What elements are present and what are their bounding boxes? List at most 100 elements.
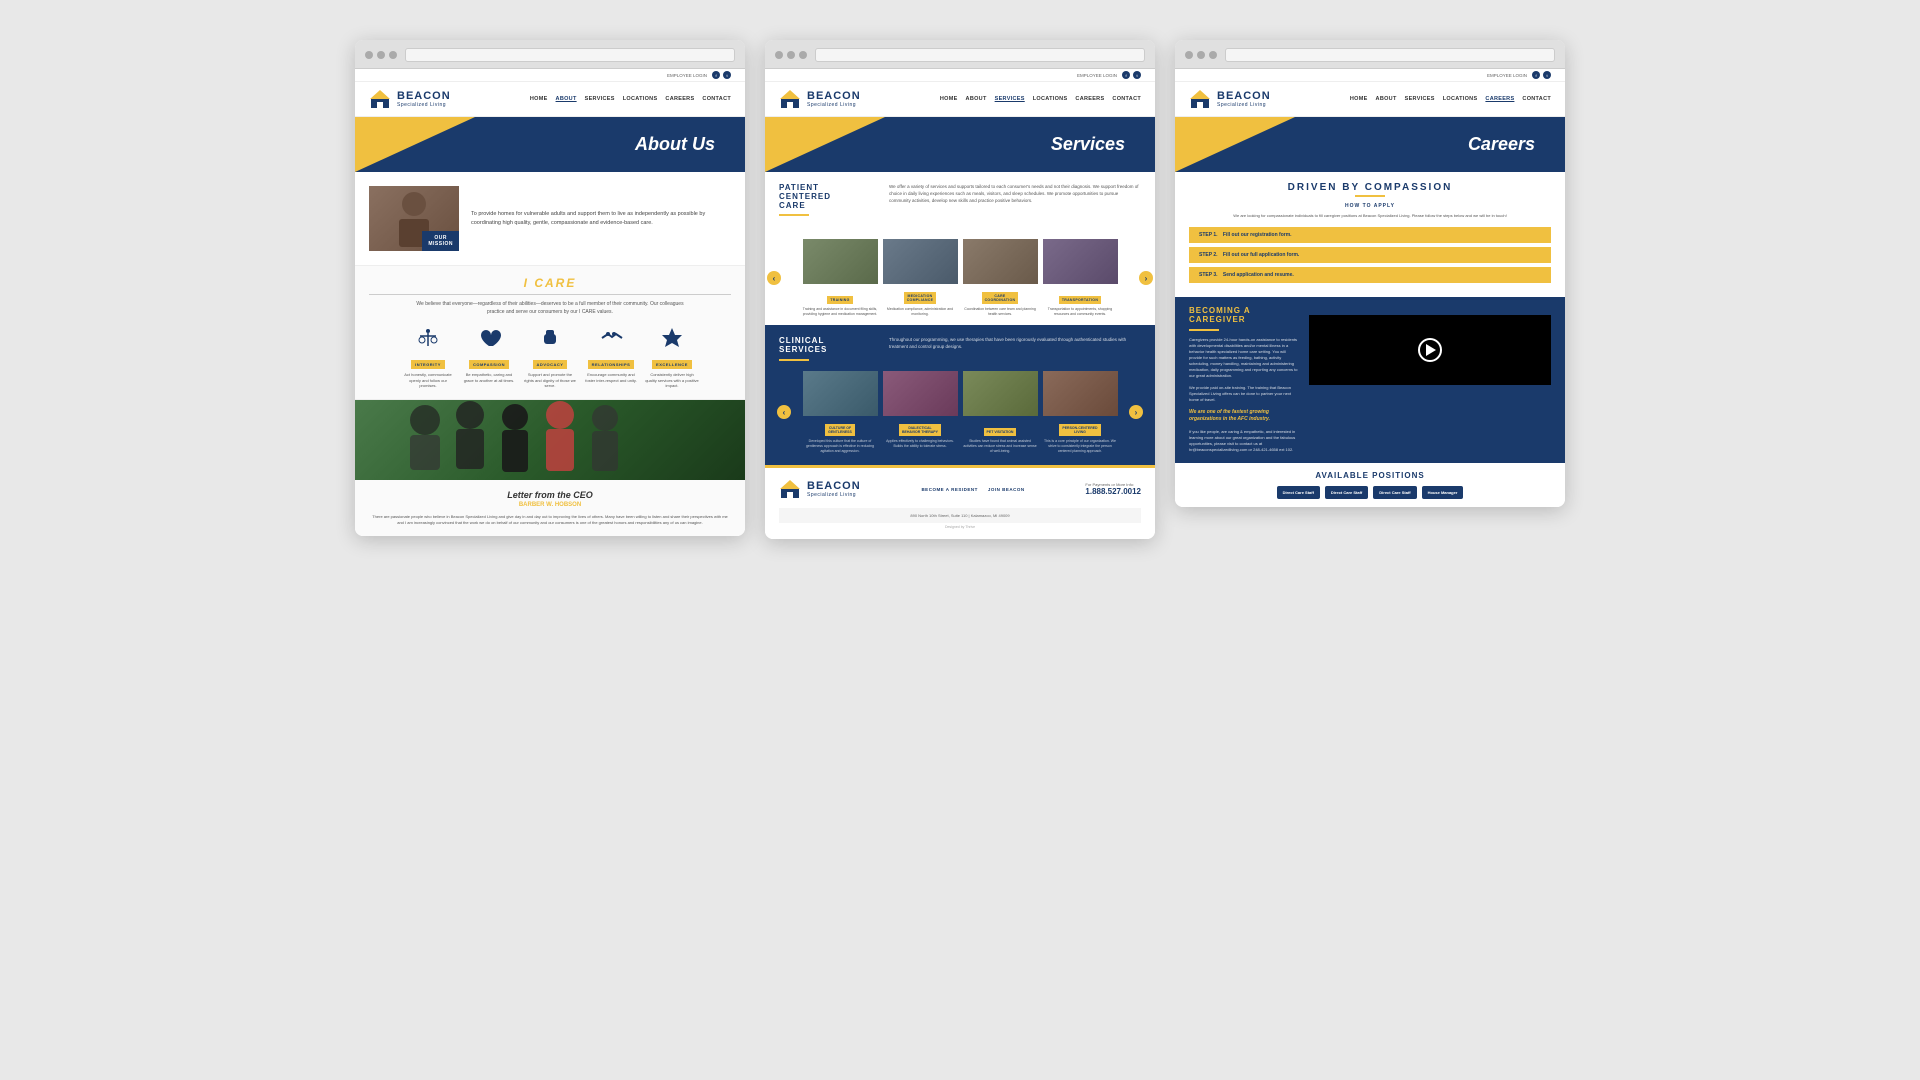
play-button[interactable] bbox=[1418, 338, 1442, 362]
services-nav-careers[interactable]: CAREERS bbox=[1075, 96, 1104, 102]
value-advocacy: ADVOCACY Support and promote the rights … bbox=[523, 326, 578, 389]
footer-phone-block: For Payments or More Info: 1.888.527.001… bbox=[1085, 482, 1141, 496]
services-cards-row: TRAINING Training and assistance in docu… bbox=[765, 239, 1155, 317]
clinical-right-arrow[interactable]: › bbox=[1129, 405, 1143, 419]
browser-dot-green bbox=[389, 51, 397, 59]
careers-twitter-icon[interactable]: t bbox=[1543, 71, 1551, 79]
services-nav-services[interactable]: SERVICES bbox=[995, 96, 1025, 102]
step-1: STEP 1. Fill out our registration form. bbox=[1189, 227, 1551, 243]
service-card-medication: MEDICATIONCOMPLIANCE Medication complian… bbox=[883, 239, 958, 317]
footer-join-beacon[interactable]: JOIN BEACON bbox=[988, 487, 1025, 492]
mission-description: To provide homes for vulnerable adults a… bbox=[471, 210, 731, 227]
i-care-section: I CARE We believe that everyone—regardle… bbox=[355, 265, 745, 400]
careers-logo[interactable]: BEACON Specialized Living bbox=[1189, 88, 1271, 110]
footer-become-resident[interactable]: BECOME A RESIDENT bbox=[921, 487, 977, 492]
clinical-title-text: CLINICALSERVICES bbox=[779, 337, 879, 355]
careers-nav: HOME ABOUT SERVICES LOCATIONS CAREERS CO… bbox=[1350, 96, 1551, 102]
careers-hero-triangle bbox=[1175, 117, 1295, 172]
careers-addressbar[interactable] bbox=[1225, 48, 1555, 62]
care-badge: CARECOORDINATION bbox=[982, 292, 1019, 304]
fist-icon bbox=[538, 326, 562, 350]
driven-title: DRIVEN BY COMPASSION bbox=[1189, 182, 1551, 193]
services-browser-chrome bbox=[765, 40, 1155, 69]
service-card-training: TRAINING Training and assistance in docu… bbox=[803, 239, 878, 317]
transport-badge: TRANSPORTATION bbox=[1059, 296, 1101, 304]
position-direct-care-1[interactable]: Direct Care Staff bbox=[1277, 486, 1320, 499]
nav-contact[interactable]: CONTACT bbox=[702, 96, 731, 102]
services-twitter-icon[interactable]: t bbox=[1133, 71, 1141, 79]
pet-image bbox=[963, 371, 1038, 416]
clinical-left-arrow[interactable]: ‹ bbox=[777, 405, 791, 419]
training-badge: TRAINING bbox=[827, 296, 852, 304]
careers-nav-locations[interactable]: LOCATIONS bbox=[1443, 96, 1478, 102]
step-2-text: Fill out our full application form. bbox=[1223, 252, 1299, 258]
medication-image bbox=[883, 239, 958, 284]
nav-home[interactable]: HOME bbox=[530, 96, 548, 102]
nav-services[interactable]: SERVICES bbox=[585, 96, 615, 102]
careers-nav-services[interactable]: SERVICES bbox=[1405, 96, 1435, 102]
employee-login-text[interactable]: EMPLOYEE LOGIN bbox=[667, 73, 707, 78]
services-dot-2 bbox=[787, 51, 795, 59]
step-3-text: Send application and resume. bbox=[1223, 272, 1294, 278]
careers-nav-contact[interactable]: CONTACT bbox=[1522, 96, 1551, 102]
careers-nav-home[interactable]: HOME bbox=[1350, 96, 1368, 102]
how-to-apply-desc: We are looking for compassionate individ… bbox=[1189, 213, 1551, 219]
footer-address: 890 North 10th Street, Suite 110 | Kalam… bbox=[779, 508, 1141, 523]
value-excellence: EXCELLENCE Consistently deliver high qua… bbox=[645, 326, 700, 389]
i-care-title: I CARE bbox=[369, 276, 731, 295]
mission-image: OURMISSION bbox=[369, 186, 459, 251]
careers-site-header: BEACON Specialized Living HOME ABOUT SER… bbox=[1175, 82, 1565, 117]
services-nav-about[interactable]: ABOUT bbox=[966, 96, 987, 102]
position-direct-care-2[interactable]: Direct Care Staff bbox=[1325, 486, 1368, 499]
careers-facebook-icon[interactable]: f bbox=[1532, 71, 1540, 79]
advocacy-icon-wrap bbox=[538, 326, 562, 350]
nav-careers[interactable]: CAREERS bbox=[665, 96, 694, 102]
position-direct-care-3[interactable]: Direct Care Staff bbox=[1373, 486, 1416, 499]
step-2-num: STEP 2. bbox=[1199, 252, 1218, 258]
step-1-num: STEP 1. bbox=[1199, 232, 1218, 238]
about-hero-title: About Us bbox=[635, 134, 715, 155]
careers-header-top: EMPLOYEE LOGIN f t bbox=[1175, 69, 1565, 82]
video-player[interactable] bbox=[1309, 315, 1551, 385]
footer-beacon-text: BEACON bbox=[807, 481, 861, 492]
carousel-right-arrow[interactable]: › bbox=[1139, 271, 1153, 285]
services-nav-locations[interactable]: LOCATIONS bbox=[1033, 96, 1068, 102]
browser-addressbar[interactable] bbox=[405, 48, 735, 62]
twitter-icon[interactable]: t bbox=[723, 71, 731, 79]
position-house-manager[interactable]: House Manager bbox=[1422, 486, 1464, 499]
available-positions-section: AVAILABLE POSITIONS Direct Care Staff Di… bbox=[1175, 463, 1565, 507]
clinical-inner: CLINICALSERVICES Throughout our programm… bbox=[779, 337, 1141, 361]
nav-about[interactable]: ABOUT bbox=[556, 96, 577, 102]
services-footer: BEACON Specialized Living BECOME A RESID… bbox=[765, 465, 1155, 539]
caregiver-inner: BECOMING ACAREGIVER Caregivers provide 2… bbox=[1189, 307, 1551, 453]
dialectical-text: Applies effectively to challenging behav… bbox=[883, 439, 958, 449]
services-employee-login[interactable]: EMPLOYEE LOGIN bbox=[1077, 73, 1117, 78]
facebook-icon[interactable]: f bbox=[712, 71, 720, 79]
compassion-icon-wrap bbox=[477, 326, 501, 350]
services-nav-home[interactable]: HOME bbox=[940, 96, 958, 102]
services-site-header: BEACON Specialized Living HOME ABOUT SER… bbox=[765, 82, 1155, 117]
browser-dot-yellow bbox=[377, 51, 385, 59]
clinical-card-pet: PET VISITATION Studies have found that a… bbox=[963, 371, 1038, 454]
person-centered-text: This is a core principle of our organiza… bbox=[1043, 439, 1118, 454]
nav-locations[interactable]: LOCATIONS bbox=[623, 96, 658, 102]
footer-phone[interactable]: 1.888.527.0012 bbox=[1085, 487, 1141, 496]
compassion-badge: COMPASSION bbox=[469, 360, 509, 369]
services-nav-contact[interactable]: CONTACT bbox=[1112, 96, 1141, 102]
careers-hero-banner: Careers bbox=[1175, 117, 1565, 172]
careers-employee-login[interactable]: EMPLOYEE LOGIN bbox=[1487, 73, 1527, 78]
care-image bbox=[963, 239, 1038, 284]
training-image bbox=[803, 239, 878, 284]
relationships-text: Encourage community and foster inter-res… bbox=[584, 372, 639, 383]
services-page-content: PATIENTCENTEREDCARE We offer a variety o… bbox=[765, 172, 1155, 539]
careers-nav-about[interactable]: ABOUT bbox=[1376, 96, 1397, 102]
training-text: Training and assistance in document fili… bbox=[803, 307, 878, 317]
services-addressbar[interactable] bbox=[815, 48, 1145, 62]
services-facebook-icon[interactable]: f bbox=[1122, 71, 1130, 79]
services-logo-text: BEACON Specialized Living bbox=[807, 91, 861, 108]
careers-nav-careers[interactable]: CAREERS bbox=[1485, 96, 1514, 102]
services-logo[interactable]: BEACON Specialized Living bbox=[779, 88, 861, 110]
logo-house-icon bbox=[369, 88, 391, 110]
carousel-left-arrow[interactable]: ‹ bbox=[767, 271, 781, 285]
logo-area[interactable]: BEACON Specialized Living bbox=[369, 88, 451, 110]
